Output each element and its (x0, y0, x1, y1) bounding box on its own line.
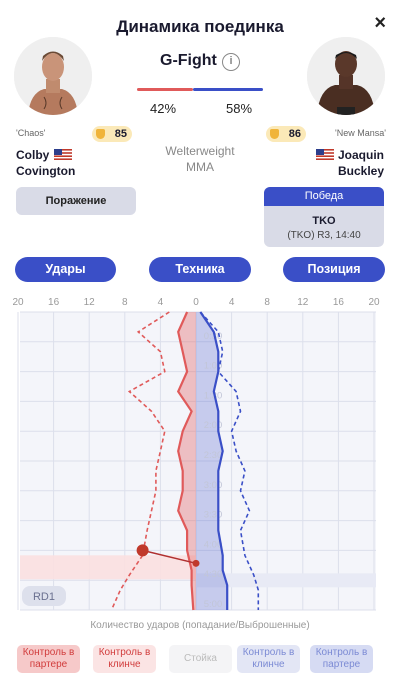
x-tick-label: 8 (264, 297, 270, 308)
win-result-box: Победа TKO (TKO) R3, 14:40 (264, 187, 384, 247)
score-bar-left (137, 88, 193, 91)
legend-text: Стойка (184, 653, 217, 664)
discipline: MMA (186, 160, 214, 174)
g-fight-label: G-Fight (160, 52, 217, 69)
legend-clinch-control-left[interactable]: Контроль в клинче (93, 645, 156, 673)
left-rating-badge: 85 (92, 126, 132, 142)
x-tick-label: 20 (368, 297, 380, 308)
marker-dot-large (136, 544, 149, 557)
legend-text: Контроль в (98, 647, 151, 658)
score-left-percent: 42% (150, 101, 177, 116)
legend-text: Контроль в (242, 647, 295, 658)
legend-clinch-control-right[interactable]: Контроль в клинче (237, 645, 300, 673)
avatar-left-fighter (14, 37, 92, 115)
x-tick-label: 0 (193, 297, 199, 308)
right-rating-badge: 86 (266, 126, 306, 142)
score-bar-right (193, 88, 263, 91)
x-tick-label: 4 (158, 297, 164, 308)
x-tick-label: 8 (122, 297, 128, 308)
right-fighter-name[interactable]: Joaquin Buckley (338, 147, 384, 179)
y-tick-label: 4:30 (204, 569, 223, 580)
avatar-right-fighter (307, 37, 385, 115)
x-tick-label: 20 (12, 297, 24, 308)
round-label: RD1 (33, 591, 55, 603)
tab-strikes[interactable]: Удары (15, 257, 116, 282)
legend-ground-control-right[interactable]: Контроль в партере (310, 645, 373, 673)
y-tick-label: 5:00 (204, 599, 223, 610)
x-tick-label: 12 (297, 297, 309, 308)
loss-badge: Поражение (16, 187, 136, 215)
legend-text: Контроль в (315, 647, 368, 658)
y-tick-label: 3:00 (204, 480, 223, 491)
marker-dot-small (192, 559, 200, 567)
y-tick-label: 2:00 (204, 420, 223, 431)
right-first-name: Joaquin (337, 148, 384, 162)
x-tick-label: 16 (48, 297, 60, 308)
clinch-highlight-left (20, 555, 196, 580)
info-icon[interactable]: i (222, 53, 240, 71)
usa-flag-icon (54, 149, 72, 160)
page-title: Динамика поединка (116, 17, 284, 36)
fight-category: Welterweight MMA (150, 143, 250, 175)
weight-class: Welterweight (165, 144, 235, 158)
legend-text: клинче (252, 659, 285, 670)
x-tick-label: 4 (229, 297, 235, 308)
left-nickname: 'Chaos' (16, 128, 46, 138)
usa-flag-icon (316, 149, 334, 160)
legend-ground-control-left[interactable]: Контроль в партере (17, 645, 80, 673)
shield-icon (96, 129, 105, 139)
right-last-name: Buckley (337, 164, 384, 178)
legend-text: партере (322, 659, 361, 670)
legend-text: клинче (108, 659, 141, 670)
close-icon[interactable]: × (374, 12, 386, 35)
y-tick-label: 2:30 (204, 450, 223, 461)
legend-text: Контроль в (22, 647, 75, 658)
x-tick-label: 16 (333, 297, 345, 308)
right-rating-value: 86 (288, 128, 301, 140)
legend-standing[interactable]: Стойка (169, 645, 232, 673)
win-details: (TKO) R3, 14:40 (287, 230, 361, 241)
x-tick-label: 12 (84, 297, 96, 308)
y-tick-label: 3:30 (204, 510, 223, 521)
legend-text: партере (29, 659, 68, 670)
shield-icon (270, 129, 279, 139)
fight-dynamics-chart: 20 16 12 8 4 0 4 8 12 16 200:301:001:302:002:303:0… (12, 297, 380, 611)
left-rating-value: 85 (114, 128, 127, 140)
score-right-percent: 58% (226, 101, 253, 116)
left-last-name: Covington (16, 164, 76, 178)
tab-position[interactable]: Позиция (283, 257, 385, 282)
right-nickname: 'New Mansa' (335, 128, 386, 138)
tab-technique[interactable]: Техника (149, 257, 251, 282)
win-header: Победа (264, 187, 384, 206)
chart-x-label: Количество ударов (попадание/Выброшенные… (90, 620, 310, 631)
win-method: TKO (312, 215, 336, 227)
